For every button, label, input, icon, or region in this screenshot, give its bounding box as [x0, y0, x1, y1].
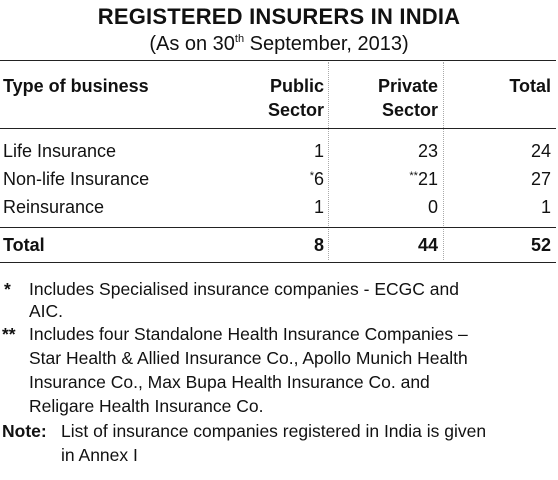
row-label: Reinsurance	[3, 197, 105, 217]
document-page: REGISTERED INSURERS IN INDIA (As on 30th…	[0, 0, 558, 480]
header-private-line1: Private	[377, 76, 438, 96]
row-private-value: 0	[427, 197, 438, 217]
header-private-line2: Sector	[381, 100, 438, 120]
note-line: List of insurance companies registered i…	[61, 421, 487, 441]
row-private-value: 23	[417, 141, 438, 161]
footnote-marker: *	[4, 279, 11, 299]
row-total-value: 24	[530, 141, 551, 161]
footnote-marker: **	[2, 324, 16, 344]
footnote-line: Includes Specialised insurance companies…	[29, 279, 459, 299]
footnote-line: Includes four Standalone Health Insuranc…	[29, 324, 468, 344]
header-public-line2: Sector	[267, 100, 324, 120]
subtitle-suffix: September, 2013)	[244, 33, 409, 55]
table-top-rule	[0, 60, 556, 61]
page-subtitle: (As on 30th September, 2013)	[0, 32, 558, 56]
table-bottom-rule	[0, 262, 556, 263]
page-title: REGISTERED INSURERS IN INDIA	[97, 4, 461, 29]
row-public-value: 1	[313, 197, 324, 217]
column-divider	[328, 62, 329, 260]
row-private-value: **21	[409, 169, 438, 189]
row-public-value: *6	[309, 169, 324, 189]
column-divider	[443, 62, 444, 260]
footnote-line: Religare Health Insurance Co.	[29, 396, 264, 416]
footnote-line: Star Health & Allied Insurance Co., Apol…	[29, 348, 468, 368]
row-public-value: 1	[313, 141, 324, 161]
subtitle-superscript: th	[234, 33, 245, 45]
total-total-value: 52	[530, 235, 551, 255]
row-label: Life Insurance	[3, 141, 117, 161]
note-line: in Annex I	[61, 445, 138, 465]
header-bottom-rule	[0, 128, 556, 129]
footnote-line: Insurance Co., Max Bupa Health Insurance…	[29, 372, 430, 392]
row-total-value: 1	[540, 197, 551, 217]
subtitle-prefix: (As on 30	[149, 33, 235, 55]
footnote-line: AIC.	[29, 301, 64, 321]
total-private-value: 44	[417, 235, 438, 255]
row-total-value: 27	[530, 169, 551, 189]
header-type-of-business: Type of business	[3, 76, 149, 96]
row-label: Non-life Insurance	[3, 169, 150, 189]
header-public-line1: Public	[269, 76, 324, 96]
total-public-value: 8	[313, 235, 324, 255]
header-total: Total	[509, 76, 551, 96]
note-label: Note:	[2, 421, 47, 441]
footnote-marker: **	[409, 170, 418, 182]
total-label: Total	[3, 235, 45, 255]
total-top-rule	[0, 227, 556, 228]
